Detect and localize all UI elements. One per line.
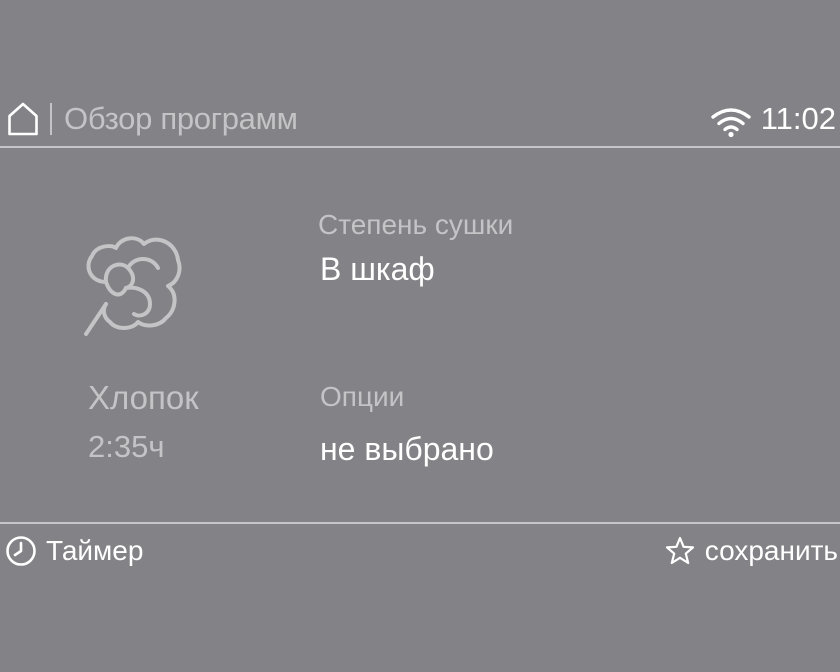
options-label: Опции [320,381,405,412]
star-icon [665,536,694,565]
home-icon[interactable] [7,102,39,136]
timer-button[interactable]: Таймер [5,530,143,572]
clock-time: 11:02 [760,101,836,136]
program-duration: 2:35ч [88,429,165,464]
dryness-value[interactable]: В шкаф [320,250,435,288]
clock-icon [6,536,36,566]
page-title: Обзор программ [64,101,298,136]
program-name: Хлопок [88,379,199,416]
options-value[interactable]: не выбрано [320,430,494,468]
footer-divider [0,522,840,524]
timer-label: Таймер [46,535,144,566]
save-label: сохранить [704,535,838,566]
header-bar: Обзор программ 11:02 [0,96,840,146]
dryness-label: Степень сушки [318,209,514,240]
cotton-icon [84,236,182,336]
header-divider [0,146,840,148]
wifi-icon [711,108,751,138]
header-separator [50,103,52,135]
save-button[interactable]: сохранить [665,530,838,572]
